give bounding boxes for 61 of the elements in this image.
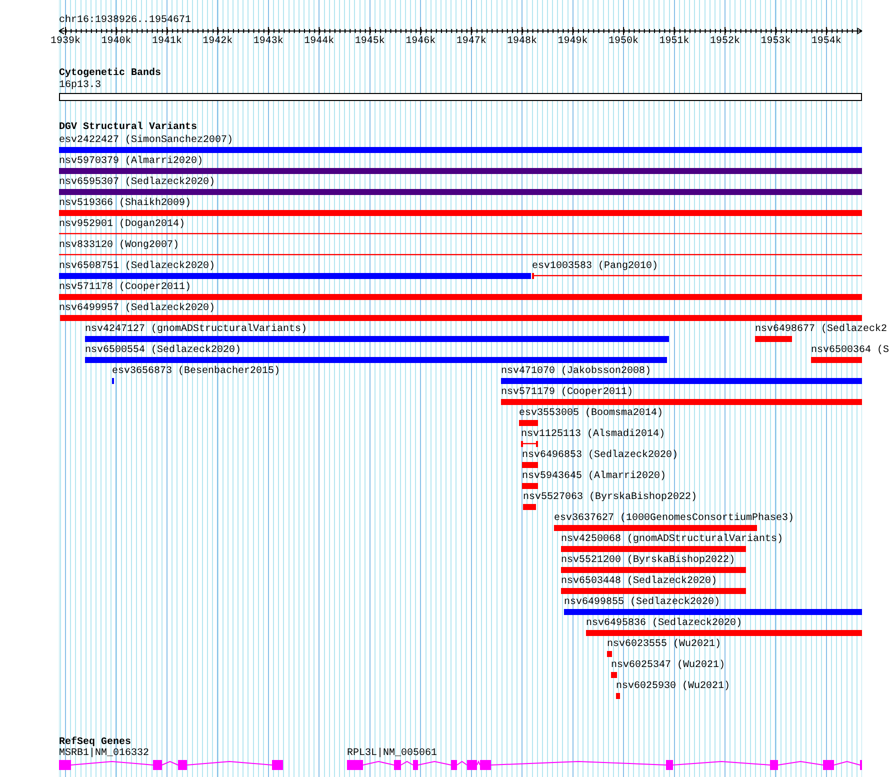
variant-label: nsv6503448 (Sedlazeck2020) bbox=[561, 576, 718, 587]
tick-label: 1948k bbox=[506, 36, 538, 47]
variant-label: nsv519366 (Shaikh2009) bbox=[59, 198, 192, 209]
variant-label: nsv6500364 (S bbox=[811, 345, 890, 356]
variant-label: nsv1125113 (Alsmadi2014) bbox=[521, 429, 666, 440]
variant-label: esv1003583 (Pang2010) bbox=[532, 261, 658, 272]
tick-label: 1939k bbox=[49, 36, 82, 47]
variant-label: nsv952901 (Dogan2014) bbox=[59, 219, 186, 230]
variant-label: nsv6495836 (Sedlazeck2020) bbox=[586, 618, 742, 629]
variant-label: esv3553005 (Boomsma2014) bbox=[519, 408, 664, 419]
variant-label: esv3637627 (1000GenomesConsortiumPhase3) bbox=[554, 513, 794, 524]
variant-bar[interactable] bbox=[532, 273, 862, 279]
variant-label: nsv6595307 (Sedlazeck2020) bbox=[59, 177, 216, 188]
gene-label: RPL3L|NM_005061 bbox=[347, 748, 438, 759]
variant-bar[interactable] bbox=[59, 252, 862, 258]
variant-label: nsv471070 (Jakobsson2008) bbox=[501, 366, 652, 377]
tick-label: 1941k bbox=[150, 36, 183, 47]
variant-label: nsv4250068 (gnomADStructuralVariants) bbox=[561, 534, 784, 545]
variant-label: nsv5970379 (Almarri2020) bbox=[59, 156, 204, 167]
tick-label: 1950k bbox=[608, 36, 640, 47]
tick-label: 1946k bbox=[404, 36, 437, 47]
track-title: RefSeq Genes bbox=[59, 737, 132, 748]
variant-label: nsv571178 (Cooper2011) bbox=[59, 282, 192, 293]
variant-label: nsv833120 (Wong2007) bbox=[59, 240, 180, 251]
tick-label: 1947k bbox=[455, 36, 488, 47]
gene-model-drawing[interactable] bbox=[59, 760, 283, 770]
tick-label: 1942k bbox=[202, 36, 234, 47]
tick-label: 1953k bbox=[760, 36, 792, 47]
tick-label: 1944k bbox=[303, 36, 336, 47]
tick-label: 1949k bbox=[556, 36, 589, 47]
variant-label: nsv6498677 (Sedlazeck2 bbox=[755, 324, 888, 335]
tick-label: 1951k bbox=[658, 36, 690, 47]
variant-bar[interactable] bbox=[521, 441, 538, 447]
tick-label: 1954k bbox=[810, 36, 842, 47]
position-label: chr16:1938926..1954671 bbox=[59, 15, 192, 26]
variant-label: nsv4247127 (gnomADStructuralVariants) bbox=[85, 324, 308, 335]
variant-label: nsv6025930 (Wu2021) bbox=[616, 681, 730, 692]
variant-label: nsv6496853 (Sedlazeck2020) bbox=[522, 450, 678, 461]
tick-label: 1945k bbox=[354, 36, 386, 47]
variant-label: esv2422427 (SimonSanchez2007) bbox=[59, 135, 234, 146]
tick-label: 1952k bbox=[708, 36, 741, 47]
cytoband-bar[interactable] bbox=[59, 93, 862, 101]
variant-label: nsv6025347 (Wu2021) bbox=[611, 660, 726, 671]
variant-label: nsv6500554 (Sedlazeck2020) bbox=[85, 345, 242, 356]
variant-bar[interactable] bbox=[59, 231, 862, 237]
variant-label: nsv5527063 (ByrskaBishop2022) bbox=[523, 492, 698, 503]
gene-label: MSRB1|NM_016332 bbox=[59, 748, 150, 759]
track-title: DGV Structural Variants bbox=[59, 122, 198, 133]
track-title: Cytogenetic Bands bbox=[59, 68, 162, 79]
variant-label: nsv6508751 (Sedlazeck2020) bbox=[59, 261, 216, 272]
variant-label: nsv6499957 (Sedlazeck2020) bbox=[59, 303, 216, 314]
variant-label: esv3656873 (Besenbacher2015) bbox=[112, 366, 280, 377]
tick-label: 1943k bbox=[252, 36, 284, 47]
variant-label: nsv5521200 (ByrskaBishop2022) bbox=[561, 555, 736, 566]
variant-label: nsv5943645 (Almarri2020) bbox=[522, 471, 666, 482]
band-label: 16p13.3 bbox=[59, 80, 102, 91]
tick-label: 1940k bbox=[100, 36, 132, 47]
variant-label: nsv6023555 (Wu2021) bbox=[607, 639, 722, 650]
gene-model-drawing[interactable] bbox=[347, 760, 862, 770]
variant-label: nsv571179 (Cooper2011) bbox=[501, 387, 634, 398]
variant-label: nsv6499855 (Sedlazeck2020) bbox=[564, 597, 720, 608]
